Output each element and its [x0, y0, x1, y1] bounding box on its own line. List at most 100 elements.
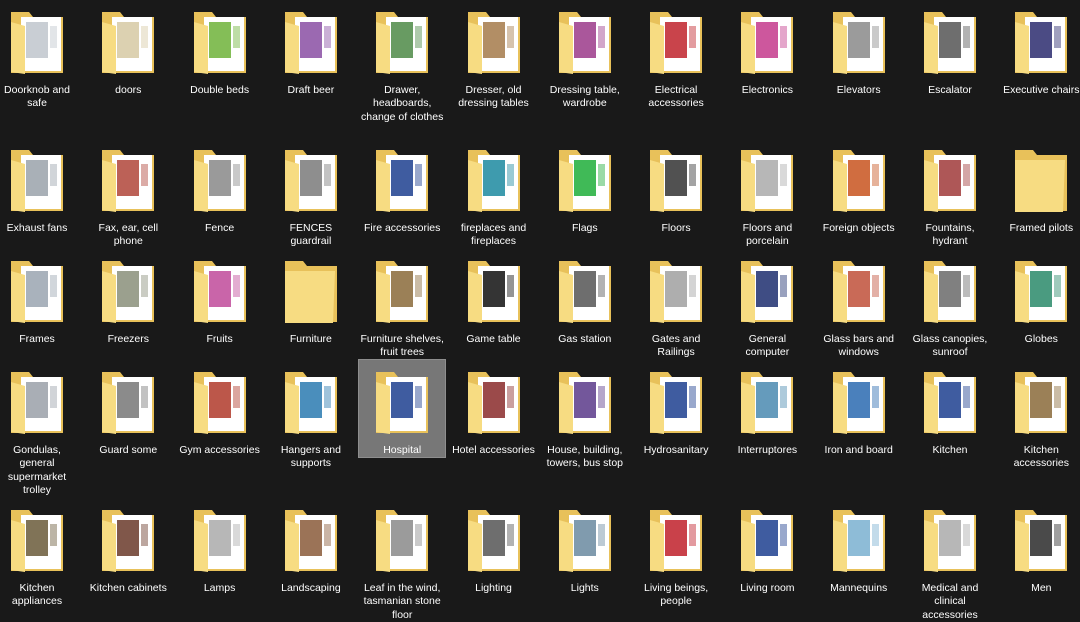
folder-label: Double beds — [190, 84, 250, 96]
folder-icon — [190, 146, 250, 216]
folder-label: Hangers and supports — [280, 444, 341, 470]
folder-item[interactable]: Escalator — [907, 0, 993, 97]
folder-item[interactable]: Dresser, old dressing tables — [451, 0, 537, 111]
folder-label: Living room — [740, 582, 795, 594]
folder-label: Fruits — [206, 333, 233, 345]
folder-item[interactable]: Flags — [542, 138, 628, 235]
folder-item[interactable]: Hospital — [358, 359, 447, 458]
folder-label: Elevators — [836, 84, 881, 96]
folder-item[interactable]: Lighting — [451, 498, 537, 595]
folder-item[interactable]: FENCES guardrail — [268, 138, 354, 249]
folder-item[interactable]: Doorknob and safe — [0, 0, 80, 111]
folder-item[interactable]: Hangers and supports — [268, 360, 354, 471]
folder-item[interactable]: Globes — [998, 249, 1080, 346]
folder-item[interactable]: Hotel accessories — [451, 360, 537, 457]
folder-icon — [555, 146, 615, 216]
folder-item[interactable]: Medical and clinical accessories — [907, 498, 993, 622]
folder-item[interactable]: Living room — [724, 498, 810, 595]
folder-icon — [646, 8, 706, 78]
folder-item[interactable]: fireplaces and fireplaces — [451, 138, 537, 249]
folder-item[interactable]: Kitchen cabinets — [85, 498, 171, 595]
folder-label: Furniture shelves, fruit trees — [360, 333, 444, 359]
folder-item[interactable]: Fountains, hydrant — [907, 138, 993, 249]
folder-label: Frames — [19, 333, 55, 345]
folder-item[interactable]: Dressing table, wardrobe — [542, 0, 628, 111]
folder-item[interactable]: Foreign objects — [816, 138, 902, 235]
folder-item[interactable]: Double beds — [177, 0, 263, 97]
folder-icon — [737, 368, 797, 438]
folder-icon — [281, 368, 341, 438]
folder-icon — [920, 506, 980, 576]
folder-label: Landscaping — [281, 582, 341, 594]
folder-item[interactable]: Drawer, headboards, change of clothes — [359, 0, 445, 124]
folder-item[interactable]: Furniture — [268, 249, 354, 346]
folder-item[interactable]: Guard some — [85, 360, 171, 457]
folder-label: Exhaust fans — [6, 222, 68, 234]
folder-icon — [829, 257, 889, 327]
folder-item[interactable]: Lamps — [177, 498, 263, 595]
folder-label: Electrical accessories — [648, 84, 704, 110]
folder-item[interactable]: Exhaust fans — [0, 138, 80, 235]
folder-item[interactable]: Interruptores — [724, 360, 810, 457]
folder-icon — [7, 257, 67, 327]
folder-icon — [555, 506, 615, 576]
folder-item[interactable]: Men — [998, 498, 1080, 595]
folder-item[interactable]: Floors — [633, 138, 719, 235]
folder-item[interactable]: doors — [85, 0, 171, 97]
folder-item[interactable]: Frames — [0, 249, 80, 346]
folder-label: Floors and porcelain — [742, 222, 793, 248]
folder-item[interactable]: Framed pilots — [998, 138, 1080, 235]
folder-item[interactable]: Kitchen accessories — [998, 360, 1080, 471]
folder-icon — [372, 257, 432, 327]
folder-item[interactable]: Electronics — [724, 0, 810, 97]
folder-item[interactable]: Hydrosanitary — [633, 360, 719, 457]
folder-item[interactable]: Kitchen — [907, 360, 993, 457]
folder-icon — [98, 146, 158, 216]
folder-item[interactable]: Executive chairs — [998, 0, 1080, 97]
folder-item[interactable]: Game table — [451, 249, 537, 346]
folder-item[interactable]: Fire accessories — [359, 138, 445, 235]
folder-item[interactable]: Electrical accessories — [633, 0, 719, 111]
folder-label: Dresser, old dressing tables — [458, 84, 529, 110]
folder-item[interactable]: Glass bars and windows — [816, 249, 902, 360]
folder-icon — [464, 368, 524, 438]
folder-item[interactable]: Gym accessories — [177, 360, 263, 457]
folder-item[interactable]: Landscaping — [268, 498, 354, 595]
folder-item[interactable]: Fruits — [177, 249, 263, 346]
folder-label: Doorknob and safe — [4, 84, 70, 110]
folder-item[interactable]: Kitchen appliances — [0, 498, 80, 609]
folder-label: FENCES guardrail — [289, 222, 333, 248]
folder-item[interactable]: Glass canopies, sunroof — [907, 249, 993, 360]
folder-item[interactable]: Draft beer — [268, 0, 354, 97]
folder-grid: Doorknob and safe doors Double beds Draft b… — [0, 0, 1080, 621]
folder-label: Interruptores — [737, 444, 798, 456]
folder-item[interactable]: Mannequins — [816, 498, 902, 595]
folder-item[interactable]: Iron and board — [816, 360, 902, 457]
folder-label: Gondulas, general supermarket trolley — [7, 444, 67, 496]
folder-icon — [464, 257, 524, 327]
folder-item[interactable]: Floors and porcelain — [724, 138, 810, 249]
folder-item[interactable]: Freezers — [85, 249, 171, 346]
folder-item[interactable]: General computer — [724, 249, 810, 360]
folder-item[interactable]: House, building, towers, bus stop — [542, 360, 628, 471]
folder-label: Fountains, hydrant — [925, 222, 975, 248]
folder-label: Framed pilots — [1009, 222, 1074, 234]
folder-label: Game table — [466, 333, 521, 345]
folder-item[interactable]: Fax, ear, cell phone — [85, 138, 171, 249]
folder-item[interactable]: Fence — [177, 138, 263, 235]
folder-item[interactable]: Living beings, people — [633, 498, 719, 609]
folder-item[interactable]: Gates and Railings — [633, 249, 719, 360]
folder-label: Executive chairs — [1003, 84, 1080, 96]
folder-label: Lamps — [203, 582, 236, 594]
folder-icon — [98, 368, 158, 438]
folder-item[interactable]: Elevators — [816, 0, 902, 97]
folder-item[interactable]: Leaf in the wind, tasmanian stone floor — [359, 498, 445, 622]
folder-icon — [98, 8, 158, 78]
folder-icon — [7, 8, 67, 78]
folder-icon — [7, 506, 67, 576]
folder-item[interactable]: Gondulas, general supermarket trolley — [0, 360, 80, 497]
folder-label: Kitchen appliances — [11, 582, 63, 608]
folder-item[interactable]: Lights — [542, 498, 628, 595]
folder-item[interactable]: Furniture shelves, fruit trees — [359, 249, 445, 360]
folder-item[interactable]: Gas station — [542, 249, 628, 346]
